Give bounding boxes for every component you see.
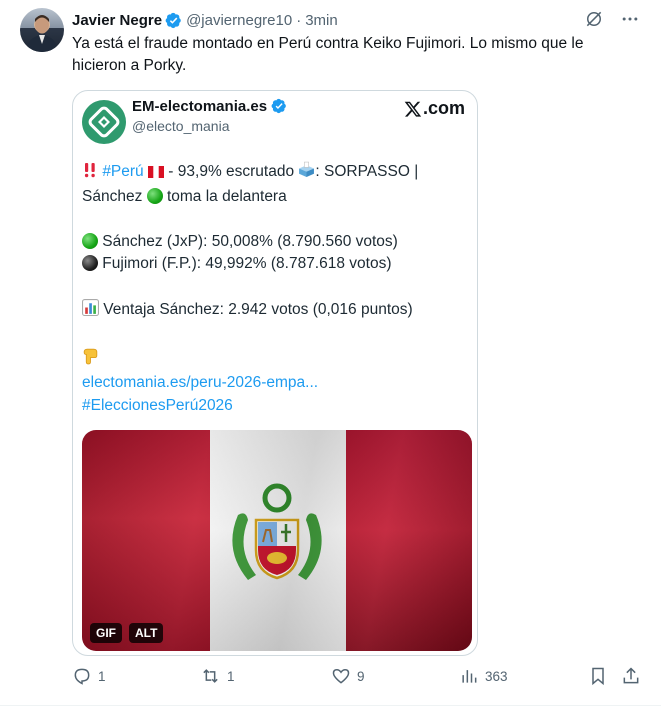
black-circle-icon [82,255,98,272]
share-button[interactable] [621,666,641,686]
quoted-author-row: EM-electomania.es [132,98,292,115]
views-icon [462,670,477,683]
pointing-down-icon [82,346,99,373]
quoted-line2-b: toma la delantera [162,187,287,205]
tweet-actions: 1 1 9 363 [72,666,647,688]
header-actions [583,8,641,30]
verified-badge-icon [271,98,288,115]
tweet-header: Javier Negre @javiernegre10 · 3min [72,10,338,30]
green-circle-icon [146,187,163,204]
author-name[interactable]: Javier Negre [72,12,162,29]
flag-shading [82,430,472,651]
quoted-line1-text: - 93,9% escrutado [164,163,299,180]
quoted-line5: Ventaja Sánchez: 2.942 votos (0,016 punt… [99,300,413,318]
quoted-line1-tail: : SORPASSO | [315,163,419,180]
author-handle[interactable]: @javiernegre10 [186,12,292,29]
quoted-text: #Perú - 93,9% escrutado : SORPASSO | Sán… [82,161,462,418]
repost-count: 1 [227,668,235,684]
x-logo-icon [404,101,422,117]
views-button[interactable]: 363 [459,666,508,686]
hashtag-peru[interactable]: #Perú [102,163,143,180]
more-icon[interactable] [619,8,641,30]
reply-button[interactable]: 1 [72,666,106,686]
hashtag-elecciones[interactable]: #EleccionesPerú2026 [82,397,233,414]
quoted-line2-a: Sánchez [82,187,147,205]
peru-flag-icon [148,163,164,186]
repost-icon [203,669,218,683]
alt-badge[interactable]: ALT [129,623,164,643]
like-button[interactable]: 9 [331,666,365,686]
quoted-line4: Fujimori (F.P.): 49,992% (8.787.618 voto… [98,255,392,273]
author-avatar[interactable] [20,8,64,52]
quoted-author-handle[interactable]: @electo_mania [132,118,230,134]
share-icon [623,667,639,684]
x-com-text: .com [422,98,465,118]
like-count: 9 [357,668,365,684]
tweet[interactable]: Javier Negre @javiernegre10 · 3min Ya es… [0,0,661,706]
double-exclamation-icon [82,162,98,186]
bar-chart-icon [82,298,99,324]
bookmark-icon [592,667,604,686]
verified-badge-icon [165,12,182,29]
tweet-timestamp[interactable]: 3min [305,12,338,29]
reply-count: 1 [98,668,106,684]
quoted-link[interactable]: electomania.es/peru-2026-empa... [82,374,318,391]
tweet-text: Ya está el fraude montado en Perú contra… [72,35,584,74]
quoted-avatar[interactable] [82,100,126,144]
heart-icon [332,668,350,684]
grok-icon[interactable] [583,8,605,30]
ballot-box-icon [298,161,315,186]
separator: · [296,11,302,29]
green-circle-icon [82,232,98,249]
quoted-line3: Sánchez (JxP): 50,008% (8.790.560 votos) [98,232,398,250]
reply-icon [74,668,90,685]
repost-button[interactable]: 1 [200,666,235,686]
quoted-post[interactable]: EM-electomania.es @electo_mania .com #Pe… [72,90,478,656]
bookmark-button[interactable] [588,666,608,686]
x-com-logo: .com [404,98,465,119]
views-count: 363 [485,668,508,684]
quoted-author-name[interactable]: EM-electomania.es [132,98,267,115]
quoted-media-gif[interactable]: GIF ALT [82,430,472,651]
gif-badge[interactable]: GIF [90,623,122,643]
